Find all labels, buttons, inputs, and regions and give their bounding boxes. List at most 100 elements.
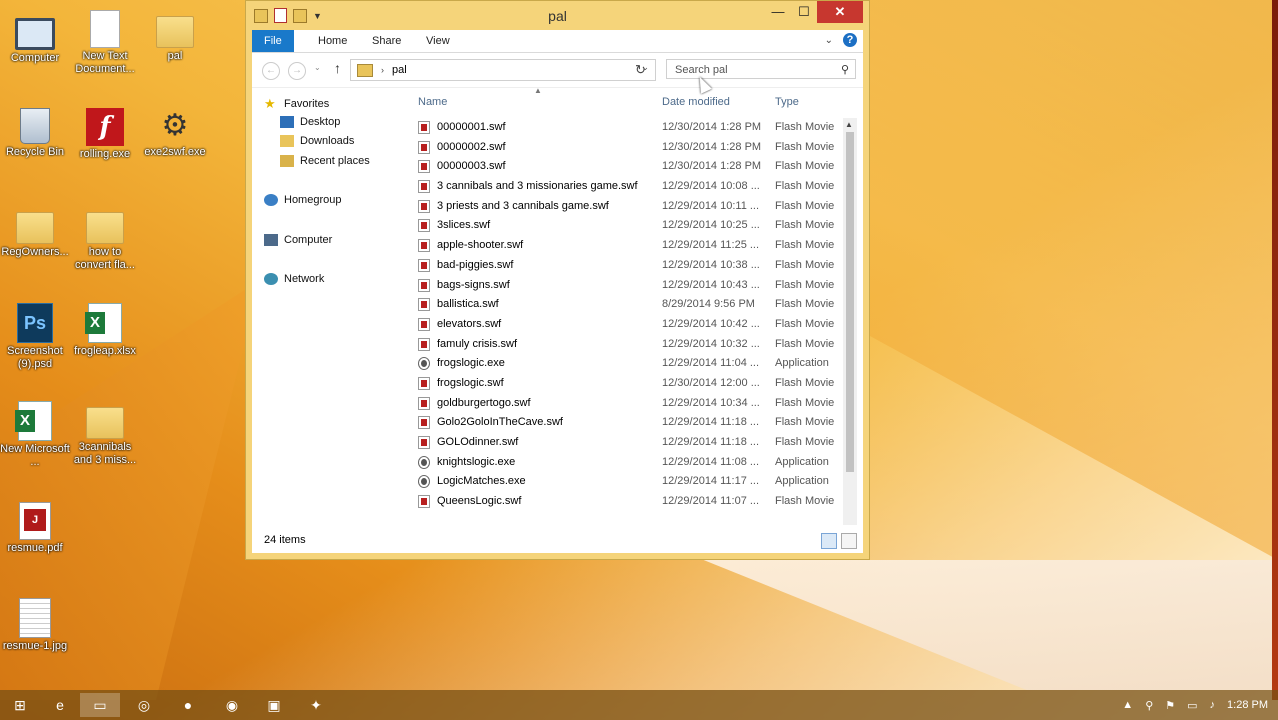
file-name: ballistica.swf xyxy=(437,298,499,311)
forward-button[interactable]: → xyxy=(288,62,306,80)
file-row[interactable]: 00000003.swf 12/30/2014 1:28 PM Flash Movi… xyxy=(412,157,841,177)
monitor-tray-icon[interactable]: ▭ xyxy=(1187,699,1197,712)
nav-homegroup[interactable]: Homegroup xyxy=(264,194,341,206)
nav-network[interactable]: Network xyxy=(264,273,324,285)
search-icon[interactable]: ⚲ xyxy=(841,60,849,80)
desktop-icon-screenshot-psd[interactable]: Ps Screenshot (9).psd xyxy=(0,303,70,371)
file-type: Flash Movie xyxy=(775,199,835,212)
tab-home[interactable]: Home xyxy=(308,30,357,52)
up-button[interactable]: ↑ xyxy=(334,60,341,76)
app-icon[interactable]: ▣ xyxy=(254,693,294,717)
file-row[interactable]: frogslogic.exe 12/29/2014 11:04 ... Applic… xyxy=(412,354,841,374)
desktop-icon-rolling[interactable]: f rolling.exe xyxy=(70,108,140,161)
firefox-icon[interactable]: ◉ xyxy=(212,693,252,717)
breadcrumb-pal[interactable]: pal xyxy=(392,64,407,76)
title-bar[interactable]: ▼ pal — ☐ ✕ xyxy=(246,1,869,31)
column-header-type[interactable]: Type xyxy=(775,96,799,108)
desktop-icon-resmue-pdf[interactable]: J resmue.pdf xyxy=(0,502,70,555)
desktop-icon-resmue-jpg[interactable]: resmue-1.jpg xyxy=(0,598,70,653)
file-date: 12/29/2014 10:34 ... xyxy=(662,396,760,409)
file-name: 00000003.swf xyxy=(437,160,506,173)
nav-favorites[interactable]: ★ Favorites xyxy=(264,96,329,112)
nav-computer[interactable]: Computer xyxy=(264,234,332,246)
file-row[interactable]: frogslogic.swf 12/30/2014 12:00 ... Flash … xyxy=(412,374,841,394)
nav-downloads[interactable]: Downloads xyxy=(280,135,354,147)
file-date: 12/30/2014 1:28 PM xyxy=(662,160,762,173)
vertical-scrollbar[interactable]: ▲ ▼ xyxy=(843,118,857,525)
file-row[interactable]: goldburgertogo.swf 12/29/2014 10:34 ... Fl… xyxy=(412,394,841,414)
file-row[interactable]: 3 cannibals and 3 missionaries game.swf 1… xyxy=(412,177,841,197)
file-type: Flash Movie xyxy=(775,436,835,448)
file-row[interactable]: bad-piggies.swf 12/29/2014 10:38 ... Flash… xyxy=(412,256,841,276)
refresh-icon[interactable]: ↻ xyxy=(635,62,646,78)
column-header-date[interactable]: Date modified xyxy=(662,96,730,108)
back-button[interactable]: ← xyxy=(262,62,280,80)
file-row[interactable]: elevators.swf 12/29/2014 10:42 ... Flash M… xyxy=(412,315,841,335)
file-row[interactable]: apple-shooter.swf 12/29/2014 11:25 ... Fla… xyxy=(412,236,841,256)
action-center-icon[interactable]: ⚑ xyxy=(1165,699,1175,712)
file-explorer-icon[interactable]: ▭ xyxy=(80,693,120,717)
address-bar[interactable]: › pal ⌄ xyxy=(350,59,656,81)
desktop-icon-recycle-bin[interactable]: Recycle Bin xyxy=(0,108,70,159)
file-row[interactable]: 3 priests and 3 cannibals game.swf 12/29/… xyxy=(412,197,841,217)
desktop-icon-computer[interactable]: Computer xyxy=(0,10,70,65)
desktop-icon-how-to-convert[interactable]: how to convert fla... xyxy=(70,206,140,272)
expand-ribbon-icon[interactable]: ⌄ xyxy=(825,35,833,46)
details-view-icon[interactable] xyxy=(821,533,837,549)
network-tray-icon[interactable]: ⚲ xyxy=(1145,699,1153,712)
network-icon xyxy=(264,273,278,285)
desktop-icon-exe2swf[interactable]: ⚙ exe2swf.exe xyxy=(140,108,210,159)
chrome-icon[interactable]: ● xyxy=(168,693,208,717)
file-row[interactable]: QueensLogic.swf 12/29/2014 11:07 ... Flash… xyxy=(412,492,841,512)
minimize-button[interactable]: — xyxy=(765,1,791,23)
desktop-icon-label: resmue-1.jpg xyxy=(2,640,68,652)
nav-label: Desktop xyxy=(300,116,341,128)
scroll-thumb[interactable] xyxy=(846,132,854,472)
file-row[interactable]: LogicMatches.exe 12/29/2014 11:17 ... Appl… xyxy=(412,472,841,492)
downloads-icon xyxy=(280,135,294,147)
volume-icon[interactable]: ♪ xyxy=(1210,699,1216,711)
nav-desktop[interactable]: Desktop xyxy=(280,116,340,128)
recent-locations-icon[interactable]: ⌄ xyxy=(314,63,321,72)
tool-icon[interactable]: ✦ xyxy=(296,693,336,717)
file-row[interactable]: Golo2GoloInTheCave.swf 12/29/2014 11:18 .… xyxy=(412,413,841,433)
file-row[interactable]: famuly crisis.swf 12/29/2014 10:32 ... Fla… xyxy=(412,335,841,355)
file-row[interactable]: bags-signs.swf 12/29/2014 10:43 ... Flash … xyxy=(412,276,841,296)
desktop-icon-pal-folder[interactable]: pal xyxy=(140,10,210,63)
desktop-icon-frogleap-xlsx[interactable]: X frogleap.xlsx xyxy=(70,303,140,358)
search-input[interactable]: Search pal ⚲ xyxy=(666,59,856,79)
tab-share[interactable]: Share xyxy=(362,30,411,52)
file-type: Flash Movie xyxy=(775,278,835,291)
file-row[interactable]: GOLOdinner.swf 12/29/2014 11:18 ... Flash … xyxy=(412,433,841,453)
maximize-button[interactable]: ☐ xyxy=(791,1,817,23)
start-button[interactable]: ⊞ xyxy=(0,693,40,717)
desktop-icon-3cannibals-folder[interactable]: 3cannibals and 3 miss... xyxy=(70,401,140,467)
desktop-icon-regowners[interactable]: RegOwners... xyxy=(0,206,70,259)
column-header-name[interactable]: Name xyxy=(418,96,447,108)
show-hidden-icons-icon[interactable]: ▲ xyxy=(1122,699,1133,711)
window-content: File Home Share View ⌄ ? ← → ⌄ ↑ › pal ⌄… xyxy=(252,30,863,553)
file-row[interactable]: 00000001.swf 12/30/2014 1:28 PM Flash Movi… xyxy=(412,118,841,138)
file-row[interactable]: 00000002.swf 12/30/2014 1:28 PM Flash Movi… xyxy=(412,138,841,158)
internet-explorer-icon[interactable]: e xyxy=(40,693,80,717)
star-icon: ★ xyxy=(264,96,276,111)
file-date: 12/29/2014 10:43 ... xyxy=(662,278,760,291)
scroll-up-icon[interactable]: ▲ xyxy=(845,120,853,129)
tab-view[interactable]: View xyxy=(416,30,460,52)
flash-movie-icon xyxy=(418,199,430,213)
file-row[interactable]: 3slices.swf 12/29/2014 10:25 ... Flash Mov… xyxy=(412,216,841,236)
file-row[interactable]: ballistica.swf 8/29/2014 9:56 PM Flash Mov… xyxy=(412,295,841,315)
desktop-icon-text-document[interactable]: New Text Document... xyxy=(70,10,140,76)
clock[interactable]: 1:28 PM xyxy=(1227,699,1268,711)
nav-recent-places[interactable]: Recent places xyxy=(280,155,370,167)
tab-file[interactable]: File xyxy=(252,30,294,52)
viber-icon[interactable]: ◎ xyxy=(124,693,164,717)
breadcrumb-chevron-icon[interactable]: › xyxy=(381,65,384,75)
help-icon[interactable]: ? xyxy=(843,33,857,47)
large-icons-view-icon[interactable] xyxy=(841,533,857,549)
application-icon xyxy=(418,455,430,469)
file-row[interactable]: knightslogic.exe 12/29/2014 11:08 ... Appl… xyxy=(412,453,841,473)
desktop-icon-new-microsoft[interactable]: X New Microsoft ... xyxy=(0,401,70,469)
close-button[interactable]: ✕ xyxy=(817,1,863,23)
application-icon xyxy=(418,475,430,489)
